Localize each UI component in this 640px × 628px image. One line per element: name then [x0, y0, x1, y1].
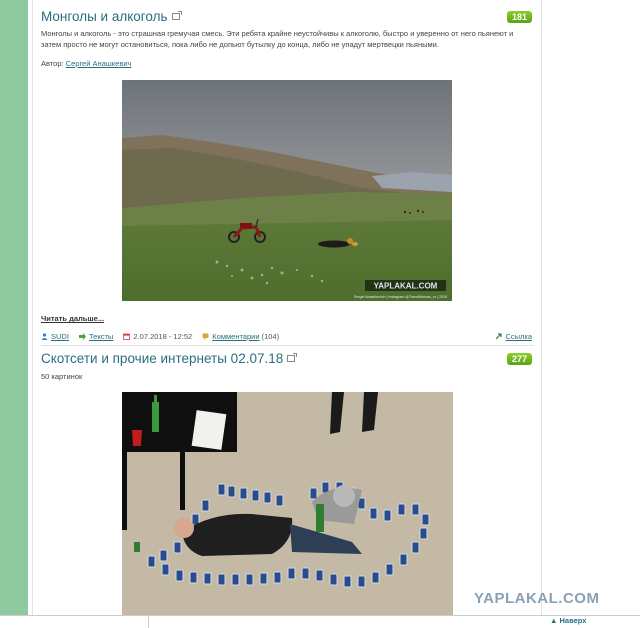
bottom-left-box [0, 616, 149, 628]
site-watermark: YAPLAKAL.COM [474, 590, 600, 607]
comments-link[interactable]: Комментарии [212, 332, 259, 341]
content-column: Монголы и алкоголь 181 Монголы и алкогол… [32, 0, 542, 628]
user-icon [41, 333, 48, 340]
comments-count: (104) [261, 332, 280, 341]
post-scotseti: Скотсети и прочие интернеты 02.07.18 277… [41, 351, 534, 628]
author-link[interactable]: Сергей Анашкевич [66, 59, 132, 68]
post-image-party[interactable] [122, 392, 453, 628]
image-caption: Sergei Anashkevich | Instagram @TravelMa… [354, 295, 447, 299]
comments-icon [202, 333, 209, 340]
share-link-wrap: Ссылка [495, 332, 532, 341]
post-datetime: 2.07.2018 - 12:52 [133, 332, 193, 341]
post-separator [41, 345, 534, 346]
open-new-window-icon[interactable] [171, 11, 182, 20]
post-user-link[interactable]: SUDI [51, 332, 69, 341]
left-background-band [0, 0, 28, 628]
category-link[interactable]: Тексты [89, 332, 113, 341]
to-top-link[interactable]: ▲ Наверх [550, 616, 586, 625]
link-icon [495, 333, 503, 340]
share-link[interactable]: Ссылка [505, 332, 532, 341]
post-meta-bar: SUDI Тексты 2.07.2018 - 12:52 Комментари… [41, 332, 534, 341]
image-watermark: YAPLAKAL.COM [374, 282, 438, 291]
author-label: Автор: [41, 59, 64, 68]
post-title-row: Монголы и алкоголь [41, 9, 534, 24]
post-author: Автор: Сергей Анашкевич [41, 59, 131, 68]
post-description: Монголы и алкоголь - это страшная гремуч… [41, 29, 514, 49]
rating-badge[interactable]: 277 [506, 353, 532, 365]
post-mongols: Монголы и алкоголь 181 Монголы и алкогол… [41, 9, 534, 349]
post-title[interactable]: Монголы и алкоголь [41, 9, 168, 24]
post-title[interactable]: Скотсети и прочие интернеты 02.07.18 [41, 351, 283, 366]
rating-badge[interactable]: 181 [506, 11, 532, 23]
read-more-link[interactable]: Читать дальше... [41, 314, 104, 323]
post-image-landscape[interactable]: YAPLAKAL.COM Sergei Anashkevich | Instag… [122, 80, 452, 301]
arrow-right-icon [79, 333, 87, 340]
landscape-photo: YAPLAKAL.COM Sergei Anashkevich | Instag… [122, 80, 452, 301]
post-subtitle: 50 картинок [41, 372, 83, 381]
calendar-icon [123, 333, 131, 340]
open-new-window-icon[interactable] [287, 353, 298, 362]
post-title-row: Скотсети и прочие интернеты 02.07.18 [41, 351, 534, 366]
party-photo [122, 392, 453, 628]
